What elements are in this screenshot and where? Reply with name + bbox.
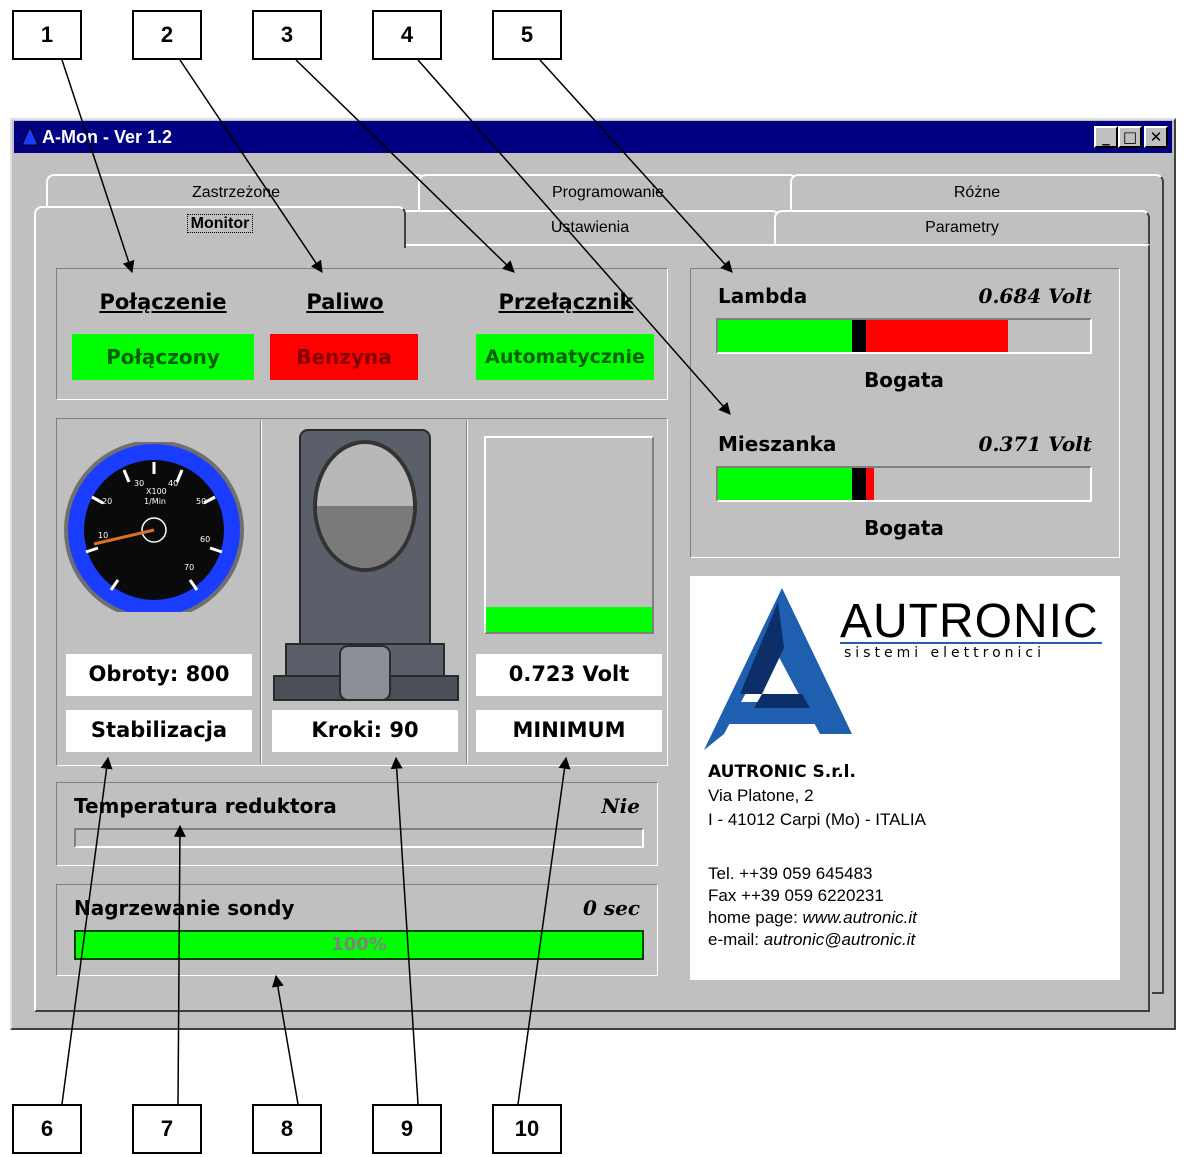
arrow-1 xyxy=(61,59,135,274)
arrow-10 xyxy=(517,756,571,1105)
arrow-4 xyxy=(417,59,731,415)
arrow-5 xyxy=(539,59,733,273)
arrow-7 xyxy=(173,824,186,1105)
arrow-8 xyxy=(271,974,299,1105)
arrow-6 xyxy=(61,756,113,1105)
arrow-2 xyxy=(179,59,323,273)
callout-arrows xyxy=(61,59,733,1105)
arrow-3 xyxy=(295,59,515,273)
arrow-9 xyxy=(390,756,419,1105)
